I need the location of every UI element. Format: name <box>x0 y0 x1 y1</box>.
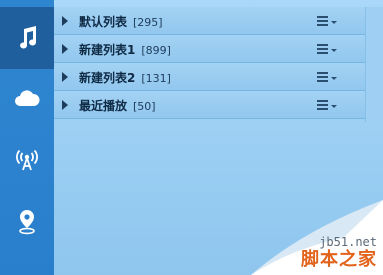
playlist-label: 默认列表 [295] <box>79 15 163 29</box>
radio-broadcast-icon <box>16 149 38 171</box>
playlist-menu-icon[interactable] <box>317 15 339 27</box>
playlist-count: [899] <box>141 44 171 57</box>
watermark: jb51.net 脚本之家 <box>233 200 383 275</box>
cloud-icon <box>15 90 40 106</box>
watermark-name: 脚本之家 <box>301 249 377 270</box>
playlist-row-new-1[interactable]: 新建列表1 [899] <box>54 35 365 63</box>
music-note-icon <box>20 26 37 49</box>
sidebar-item-radio[interactable] <box>0 132 54 188</box>
playlist-label: 新建列表1 [899] <box>79 43 171 57</box>
playlist-row-recent[interactable]: 最近播放 [50] <box>54 91 365 119</box>
playlist-menu-icon[interactable] <box>317 43 339 55</box>
playlist-label: 最近播放 [50] <box>79 99 156 113</box>
playlist-count: [295] <box>133 16 163 29</box>
playlist-menu-icon[interactable] <box>317 99 339 111</box>
scrollbar-track[interactable] <box>365 7 383 122</box>
sidebar <box>0 0 54 275</box>
sidebar-item-cloud[interactable] <box>0 70 54 126</box>
playlist-menu-icon[interactable] <box>317 71 339 83</box>
expand-arrow-icon[interactable] <box>62 100 68 110</box>
expand-arrow-icon[interactable] <box>62 44 68 54</box>
playlist-row-new-2[interactable]: 新建列表2 [131] <box>54 63 365 91</box>
sidebar-item-music[interactable] <box>0 7 54 69</box>
playlist-list: 默认列表 [295] 新建列表1 [899] 新建列表2 [131] 最近播放 [50] <box>54 7 365 119</box>
playlist-label: 新建列表2 [131] <box>79 71 171 85</box>
location-pin-icon <box>19 210 35 235</box>
expand-arrow-icon[interactable] <box>62 16 68 26</box>
playlist-count: [131] <box>141 72 171 85</box>
playlist-count: [50] <box>133 100 156 113</box>
sidebar-item-location[interactable] <box>0 194 54 250</box>
expand-arrow-icon[interactable] <box>62 72 68 82</box>
playlist-row-default[interactable]: 默认列表 [295] <box>54 7 365 35</box>
